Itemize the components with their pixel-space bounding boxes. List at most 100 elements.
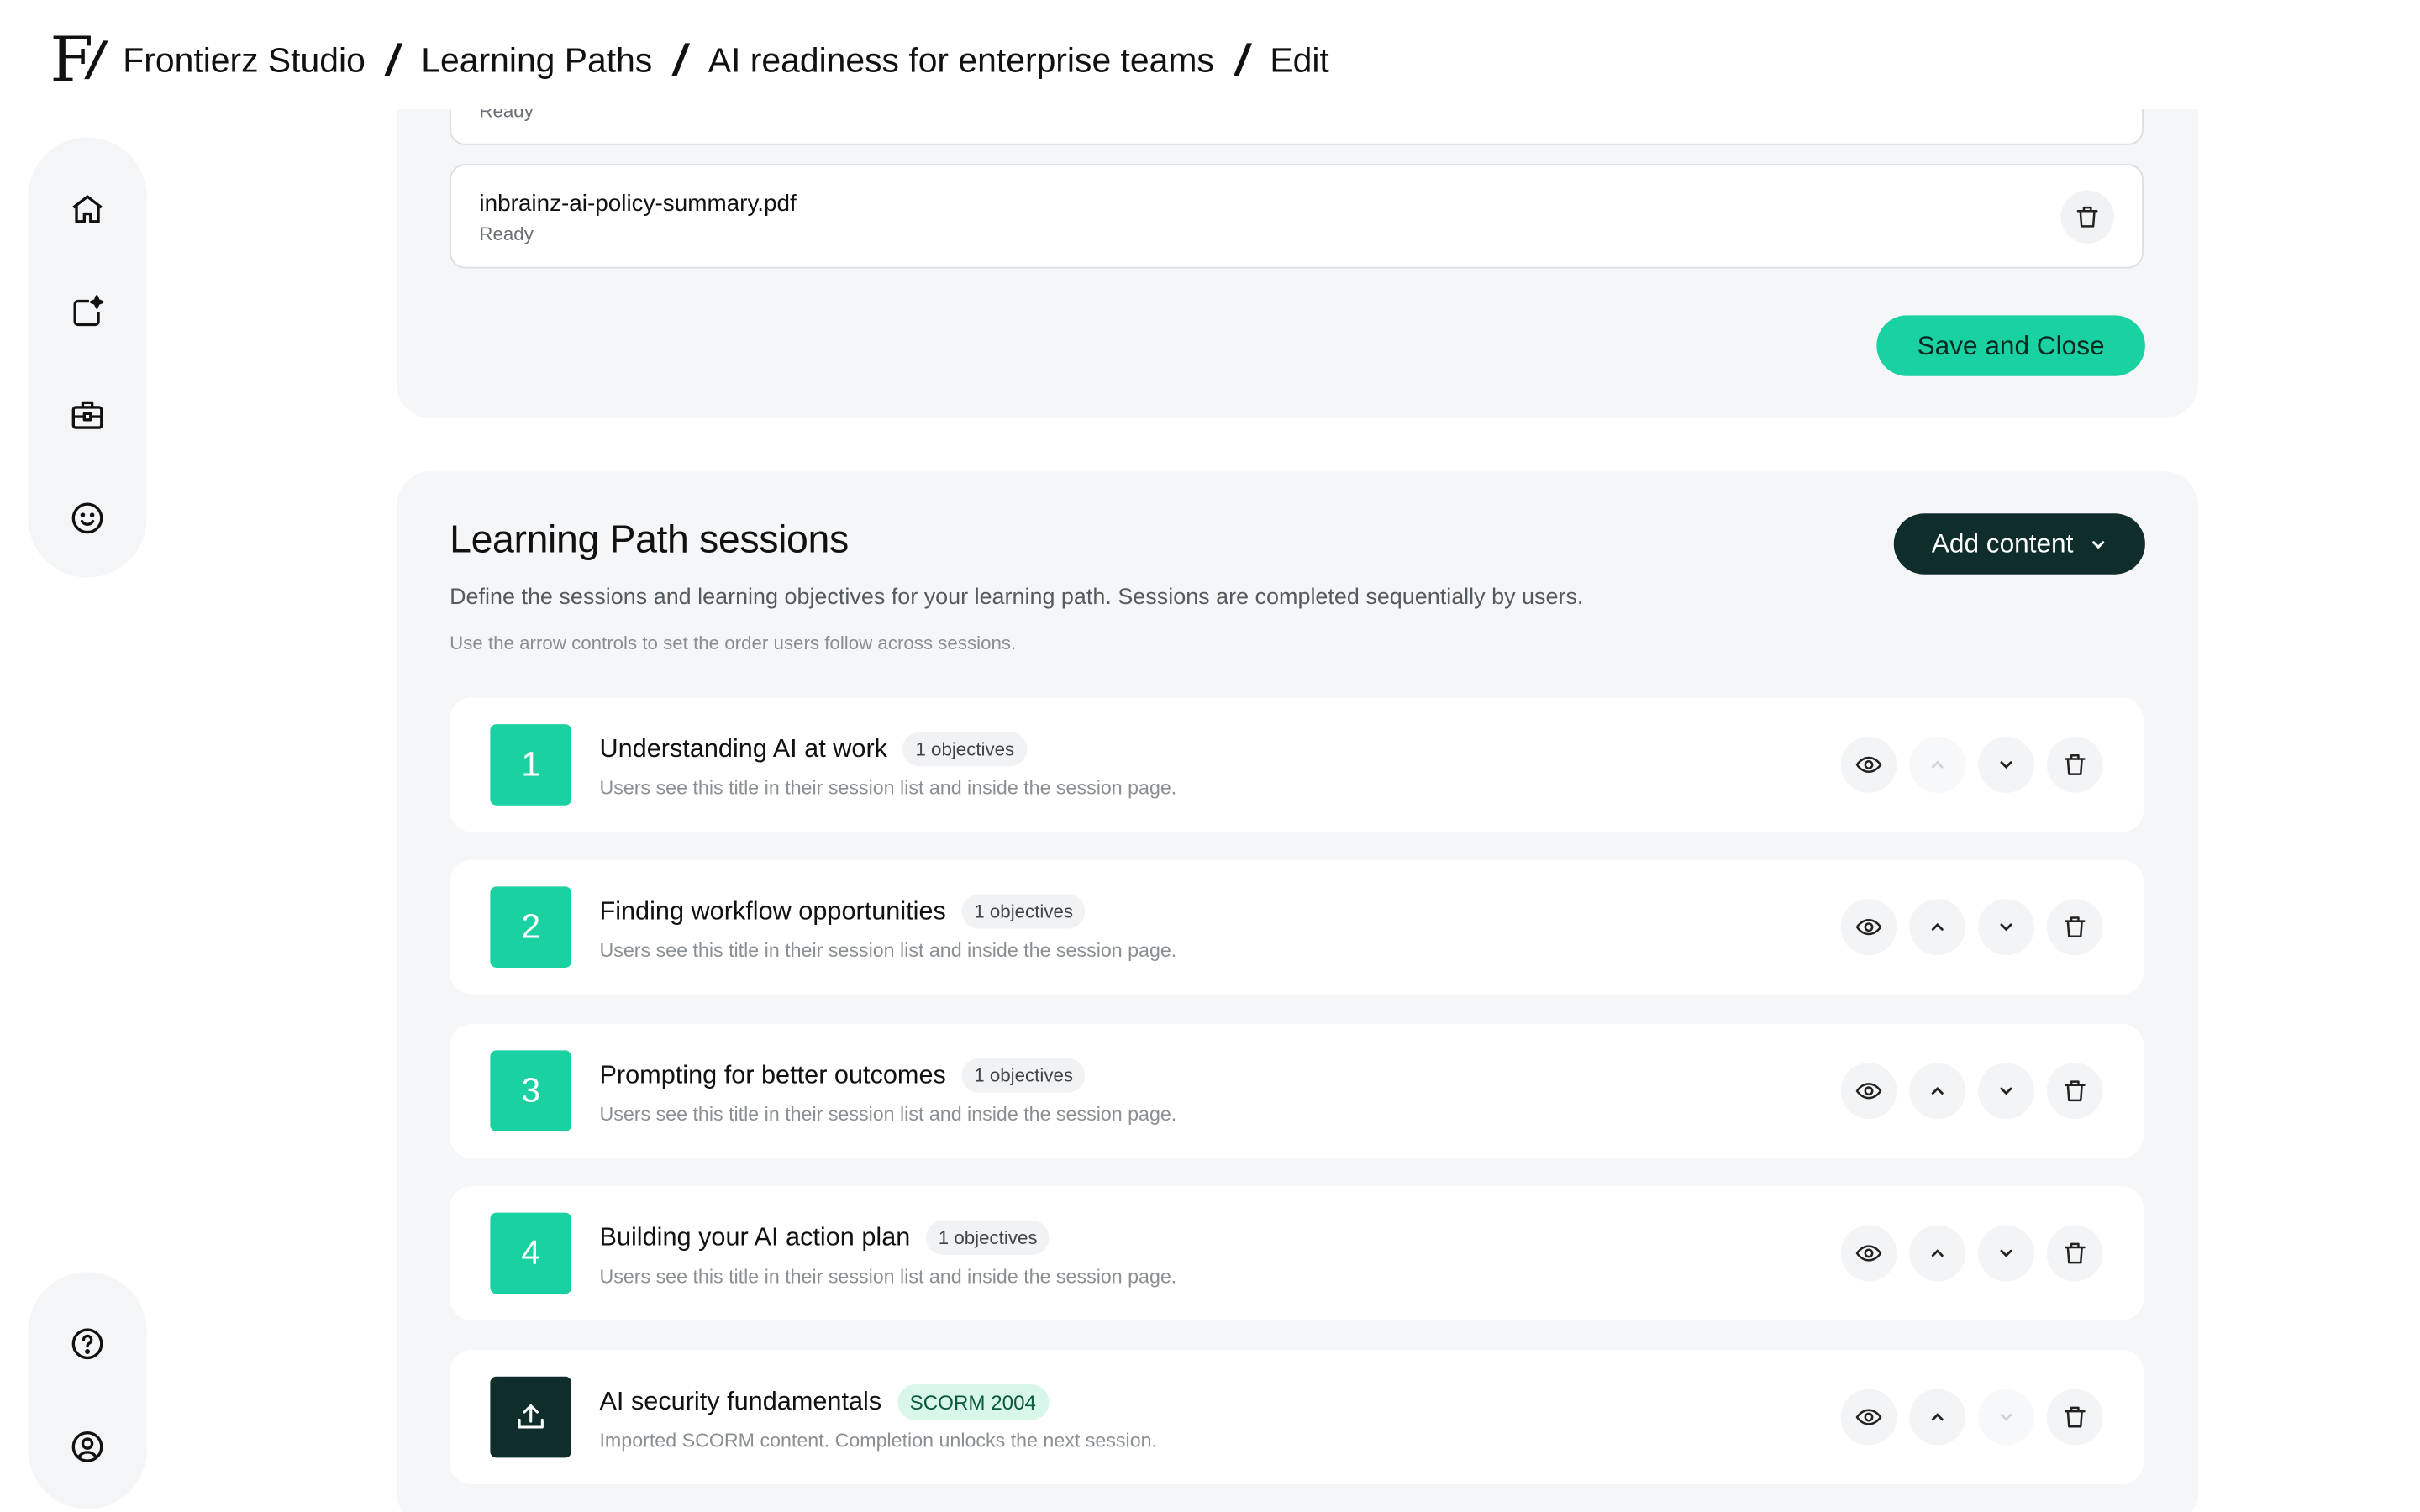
- chevron-down-icon: [2000, 1087, 2012, 1095]
- eye-icon: [1855, 1245, 1882, 1262]
- session-subtitle: Users see this title in their session li…: [599, 1265, 1177, 1288]
- move-down-button[interactable]: [1978, 1225, 2034, 1282]
- move-up-button[interactable]: [1909, 1389, 1966, 1446]
- chevron-down-icon: [2092, 540, 2105, 549]
- preview-button[interactable]: [1840, 736, 1897, 793]
- sessions-description: Define the sessions and learning objecti…: [450, 585, 1584, 611]
- trash-icon: [2064, 1080, 2086, 1102]
- session-subtitle: Imported SCORM content. Completion unloc…: [599, 1429, 1158, 1452]
- scorm-badge: SCORM 2004: [897, 1384, 1049, 1420]
- session-subtitle: Users see this title in their session li…: [599, 1103, 1177, 1126]
- objectives-badge: 1 objectives: [925, 1220, 1050, 1255]
- nav-home[interactable]: [60, 181, 116, 238]
- sessions-title: Learning Path sessions: [450, 517, 849, 562]
- session-subtitle: Users see this title in their session li…: [599, 939, 1177, 962]
- file-name: inbrainz-ai-policy-summary.pdf: [479, 190, 797, 218]
- preview-button[interactable]: [1840, 1225, 1897, 1282]
- sidebar-nav: [28, 137, 147, 578]
- delete-session-button[interactable]: [2046, 1225, 2103, 1282]
- breadcrumb: Frontierz Studio / Learning Paths / AI r…: [123, 36, 1329, 86]
- trash-icon: [2064, 1406, 2086, 1428]
- preview-button[interactable]: [1840, 899, 1897, 956]
- file-status: Ready: [479, 223, 534, 245]
- chevron-up-icon: [1931, 922, 1944, 931]
- help-button[interactable]: [60, 1315, 116, 1372]
- file-item: inbrainz-ai-policy-summary.pdf Ready: [450, 164, 2144, 269]
- help-icon: [71, 1328, 103, 1360]
- chevron-down-icon: [2000, 761, 2012, 769]
- move-up-button[interactable]: [1909, 736, 1966, 793]
- objectives-badge: 1 objectives: [961, 1058, 1086, 1093]
- move-down-button[interactable]: [1978, 899, 2034, 956]
- preview-button[interactable]: [1840, 1389, 1897, 1446]
- nav-create[interactable]: [60, 284, 116, 340]
- crumb-separator-icon: /: [669, 35, 692, 85]
- session-number: 4: [490, 1212, 572, 1294]
- eye-icon: [1855, 1083, 1882, 1100]
- objectives-badge: 1 objectives: [902, 732, 1028, 767]
- add-content-label: Add content: [1931, 528, 2074, 559]
- crumb-learning-paths[interactable]: Learning Paths: [421, 40, 652, 81]
- delete-session-button[interactable]: [2046, 1063, 2103, 1120]
- move-down-button[interactable]: [1978, 1389, 2034, 1446]
- session-row[interactable]: AI security fundamentals SCORM 2004 Impor…: [450, 1350, 2144, 1484]
- save-and-close-button[interactable]: Save and Close: [1876, 315, 2145, 376]
- move-up-button[interactable]: [1909, 1063, 1966, 1120]
- crumb-edit: Edit: [1270, 40, 1329, 80]
- delete-session-button[interactable]: [2046, 736, 2103, 793]
- smiley-icon: [71, 502, 103, 534]
- delete-session-button[interactable]: [2046, 899, 2103, 956]
- delete-file-button[interactable]: [2060, 190, 2114, 244]
- trash-icon: [2064, 754, 2086, 775]
- trash-icon: [2064, 1242, 2086, 1264]
- user-circle-icon: [71, 1431, 103, 1462]
- session-row[interactable]: 4 Building your AI action plan 1 objectiv…: [450, 1186, 2144, 1320]
- move-up-button[interactable]: [1909, 899, 1966, 956]
- add-content-button[interactable]: Add content: [1894, 513, 2145, 575]
- session-row[interactable]: 2 Finding workflow opportunities 1 object…: [450, 859, 2144, 995]
- sessions-card: Learning Path sessions Define the sessio…: [396, 471, 2199, 1512]
- top-bar: F / Frontierz Studio / Learning Paths / A…: [0, 0, 2420, 110]
- briefcase-icon: [71, 401, 103, 429]
- sidebar-utility: [28, 1272, 147, 1509]
- objectives-badge: 1 objectives: [961, 894, 1086, 929]
- logo[interactable]: F /: [50, 29, 106, 92]
- sparkle-card-icon: [73, 295, 104, 327]
- delete-session-button[interactable]: [2046, 1389, 2103, 1446]
- session-number: 2: [490, 886, 572, 968]
- scorm-upload-tile: [490, 1376, 572, 1458]
- session-title: Finding workflow opportunities: [599, 896, 946, 925]
- crumb-path-name[interactable]: AI readiness for enterprise teams: [708, 40, 1214, 81]
- session-subtitle: Users see this title in their session li…: [599, 777, 1177, 800]
- account-button[interactable]: [60, 1419, 116, 1475]
- move-down-button[interactable]: [1978, 736, 2034, 793]
- chevron-down-icon: [2000, 1413, 2012, 1421]
- crumb-separator-icon: /: [381, 35, 405, 85]
- crumb-studio[interactable]: Frontierz Studio: [123, 40, 366, 81]
- nav-community[interactable]: [60, 490, 116, 546]
- sessions-hint: Use the arrow controls to set the order …: [450, 632, 1017, 654]
- session-title: Building your AI action plan: [599, 1222, 911, 1252]
- session-title: AI security fundamentals: [599, 1387, 882, 1416]
- crumb-separator-icon: /: [1230, 35, 1254, 85]
- chevron-up-icon: [1931, 1249, 1944, 1257]
- upload-icon: [518, 1404, 544, 1429]
- preview-button[interactable]: [1840, 1063, 1897, 1120]
- session-row[interactable]: 3 Prompting for better outcomes 1 objecti…: [450, 1023, 2144, 1158]
- session-row[interactable]: 1 Understanding AI at work 1 objectives U…: [450, 697, 2144, 832]
- trash-icon: [2064, 916, 2086, 938]
- session-number: 1: [490, 724, 572, 806]
- move-up-button[interactable]: [1909, 1225, 1966, 1282]
- chevron-down-icon: [2000, 923, 2012, 932]
- nav-workspace[interactable]: [60, 387, 116, 444]
- chevron-up-icon: [1931, 1086, 1944, 1095]
- home-icon: [72, 195, 103, 223]
- session-title: Understanding AI at work: [599, 734, 888, 763]
- chevron-up-icon: [1931, 760, 1944, 769]
- move-down-button[interactable]: [1978, 1063, 2034, 1120]
- eye-icon: [1855, 919, 1882, 936]
- trash-icon: [2076, 206, 2098, 228]
- eye-icon: [1855, 756, 1882, 774]
- chevron-down-icon: [2000, 1249, 2012, 1257]
- session-number: 3: [490, 1050, 572, 1132]
